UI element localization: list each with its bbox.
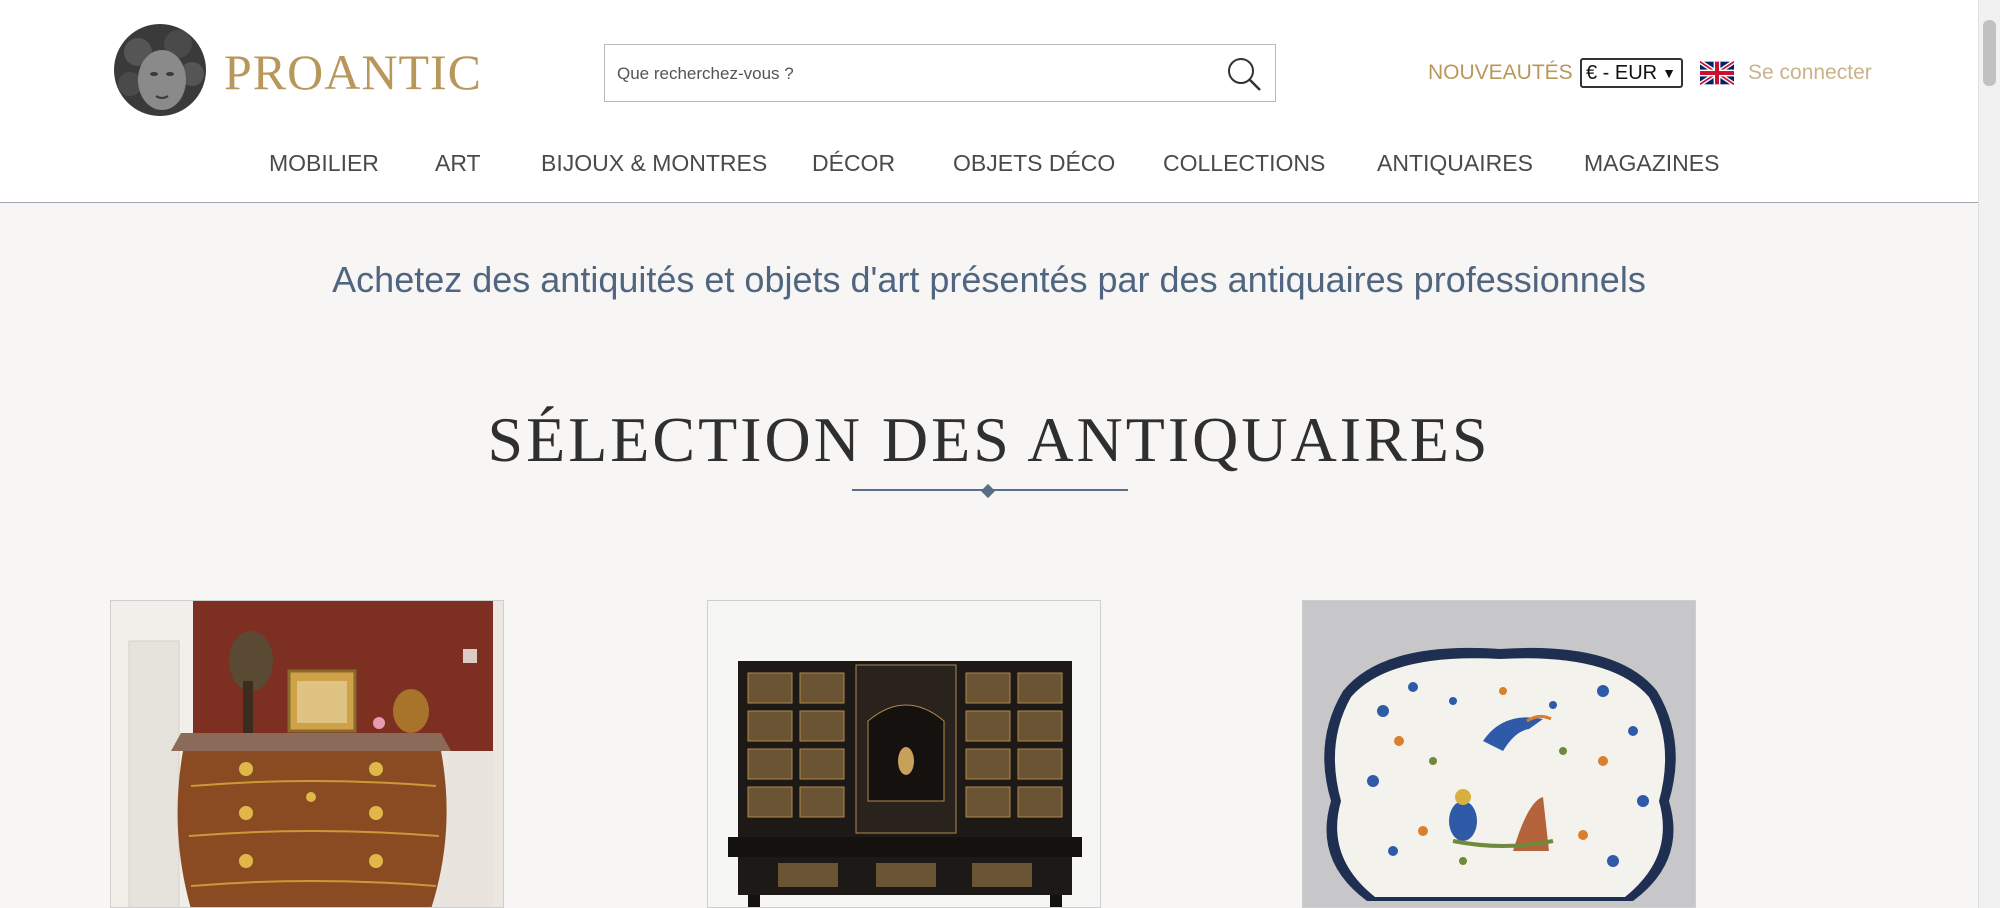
tagline: Achetez des antiquités et objets d'art p… (332, 259, 1646, 300)
brand-name[interactable]: PROANTIC (224, 42, 482, 102)
section-title: SÉLECTION DES ANTIQUAIRES (487, 404, 1491, 475)
divider-diamond-icon (980, 483, 996, 499)
new-arrivals-link[interactable]: NOUVEAUTÉS (1428, 58, 1573, 88)
nav-item-decor[interactable]: DÉCOR (812, 148, 895, 178)
currency-value: € - EUR (1586, 62, 1658, 84)
sculpture-head-icon[interactable] (110, 22, 210, 122)
main-nav: MOBILIER ART BIJOUX & MONTRES DÉCOR OBJE… (0, 148, 1978, 178)
nav-item-antiquaires[interactable]: ANTIQUAIRES (1377, 148, 1533, 178)
login-link[interactable]: Se connecter (1748, 58, 1872, 88)
product-card-commode[interactable] (110, 600, 504, 908)
search-box (604, 44, 1276, 103)
product-image-cabinet (708, 601, 1100, 907)
search-input[interactable] (615, 45, 1199, 103)
nav-item-objets-deco[interactable]: OBJETS DÉCO (953, 148, 1115, 178)
nav-item-bijoux-montres[interactable]: BIJOUX & MONTRES (541, 148, 767, 178)
product-card-cabinet[interactable] (707, 600, 1101, 908)
site-header: PROANTIC NOUVEAUTÉS € - EUR ▼ Se connect… (0, 0, 1978, 203)
product-card-platter[interactable] (1302, 600, 1696, 908)
uk-flag-icon[interactable] (1700, 60, 1734, 86)
nav-item-collections[interactable]: COLLECTIONS (1163, 148, 1325, 178)
product-image-platter (1303, 601, 1695, 907)
nav-item-art[interactable]: ART (435, 148, 481, 178)
nav-item-mobilier[interactable]: MOBILIER (269, 148, 379, 178)
page-scrollbar[interactable] (1978, 0, 2000, 908)
product-image-commode (111, 601, 503, 907)
scrollbar-thumb[interactable] (1983, 20, 1996, 86)
currency-select[interactable]: € - EUR ▼ (1580, 58, 1683, 88)
nav-item-magazines[interactable]: MAGAZINES (1584, 148, 1719, 178)
chevron-down-icon: ▼ (1662, 65, 1676, 81)
search-icon[interactable] (1223, 53, 1265, 95)
